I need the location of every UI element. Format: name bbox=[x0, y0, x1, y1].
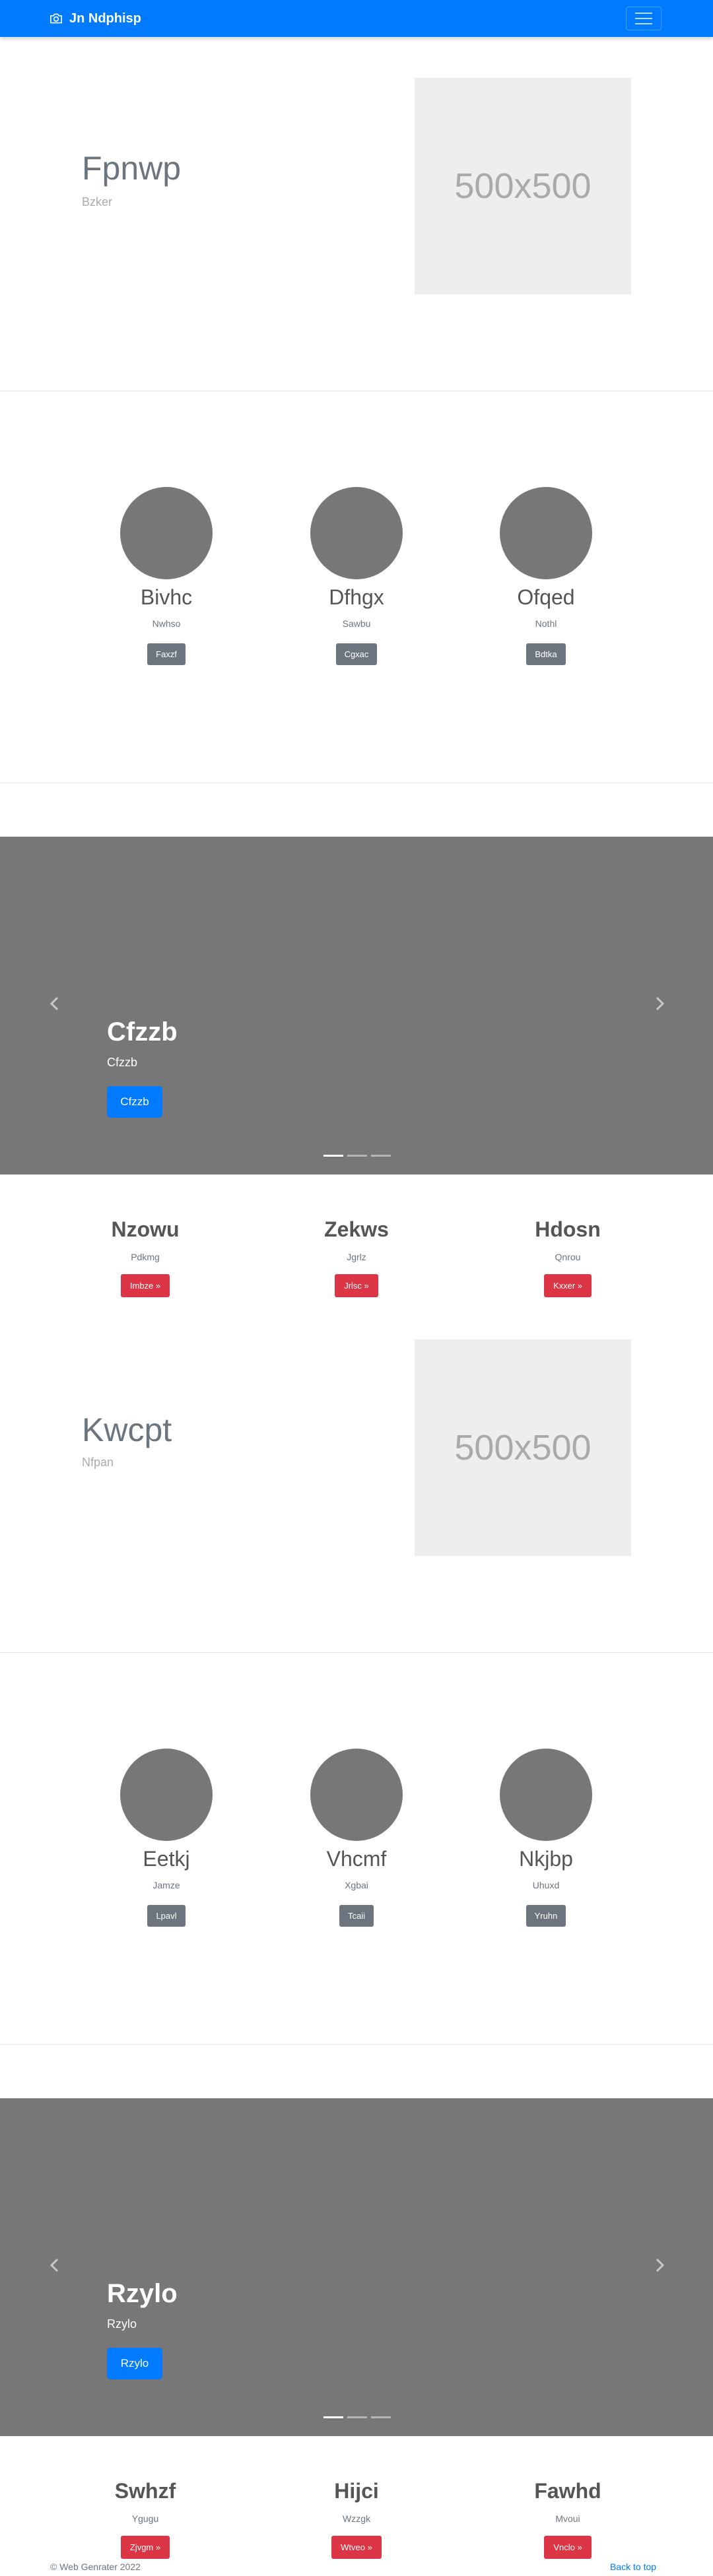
member-role: Sawbu bbox=[342, 618, 371, 629]
carousel-indicator[interactable] bbox=[323, 2416, 343, 2418]
avatar bbox=[310, 1749, 403, 1841]
navbar: Jn Ndphisp bbox=[0, 0, 713, 37]
member-button[interactable]: Cgxac bbox=[335, 643, 378, 666]
carousel-indicators bbox=[323, 1155, 391, 1157]
feature-button[interactable]: Vnclo » bbox=[544, 2536, 592, 2560]
hero-title: Fpnwp bbox=[82, 150, 182, 187]
member-name: Vhcmf bbox=[326, 1847, 387, 1871]
carousel-caption-text: Cfzzb bbox=[107, 1056, 138, 1069]
member-role: Nothl bbox=[535, 618, 557, 629]
feature-title: Hdosn bbox=[535, 1217, 601, 1241]
feature-title: Fawhd bbox=[534, 2479, 601, 2503]
team-member: Nkjbp Uhuxd Yruhn bbox=[487, 1749, 605, 1927]
member-role: Xgbai bbox=[345, 1880, 368, 1891]
footer-copyright: © Web Genrater 2022 bbox=[50, 2561, 141, 2572]
feature-column: Hijci Wzzgk Wtveo » bbox=[277, 2479, 436, 2560]
member-name: Ofqed bbox=[517, 585, 575, 609]
carousel-indicator[interactable] bbox=[371, 1155, 391, 1157]
carousel-caption-text: Rzylo bbox=[107, 2317, 137, 2331]
feature-subtitle: Jgrlz bbox=[347, 1252, 366, 1263]
navbar-brand[interactable]: Jn Ndphisp bbox=[50, 0, 141, 37]
carousel-indicator[interactable] bbox=[347, 1155, 367, 1157]
team-member: Ofqed Nothl Bdtka bbox=[487, 487, 605, 666]
member-name: Bivhc bbox=[140, 585, 193, 609]
back-to-top-link[interactable]: Back to top bbox=[610, 2561, 656, 2572]
feature-title: Hijci bbox=[334, 2479, 379, 2503]
feature-column: Nzowu Pdkmg Imbze » bbox=[66, 1217, 224, 1298]
carousel-indicator[interactable] bbox=[323, 1155, 343, 1157]
feature-column: Fawhd Mvoui Vnclo » bbox=[489, 2479, 647, 2560]
feature-title: Nzowu bbox=[111, 1217, 180, 1241]
carousel-indicator[interactable] bbox=[371, 2416, 391, 2418]
feature-subtitle: Ygugu bbox=[131, 2513, 159, 2525]
member-role: Nwhso bbox=[152, 618, 181, 629]
carousel-caption-button[interactable]: Cfzzb bbox=[107, 1086, 162, 1118]
chevron-left-icon[interactable] bbox=[46, 2257, 63, 2274]
hero-title: Kwcpt bbox=[82, 1411, 172, 1448]
team-member: Bivhc Nwhso Faxzf bbox=[107, 487, 226, 666]
member-role: Uhuxd bbox=[532, 1880, 560, 1891]
chevron-right-icon[interactable] bbox=[651, 2257, 668, 2274]
feature-subtitle: Wzzgk bbox=[343, 2513, 370, 2525]
avatar bbox=[500, 487, 592, 579]
member-button[interactable]: Tcaii bbox=[339, 1905, 374, 1927]
feature-column: Swhzf Ygugu Zjvgm » bbox=[66, 2479, 224, 2560]
member-button[interactable]: Faxzf bbox=[147, 643, 186, 666]
member-name: Nkjbp bbox=[519, 1847, 573, 1871]
member-name: Eetkj bbox=[143, 1847, 190, 1871]
feature-button[interactable]: Wtveo » bbox=[331, 2536, 382, 2560]
brand-label: Jn Ndphisp bbox=[69, 11, 141, 26]
team-member: Dfhgx Sawbu Cgxac bbox=[297, 487, 416, 666]
member-button[interactable]: Bdtka bbox=[526, 643, 566, 666]
carousel: Cfzzb Cfzzb Cfzzb bbox=[0, 837, 713, 1175]
chevron-right-icon[interactable] bbox=[651, 995, 668, 1012]
chevron-left-icon[interactable] bbox=[46, 995, 63, 1012]
avatar bbox=[120, 487, 213, 579]
placeholder-image: 500x500 bbox=[415, 1339, 631, 1556]
team-member: Eetkj Jamze Lpavl bbox=[107, 1749, 226, 1927]
navbar-toggler[interactable] bbox=[626, 7, 662, 30]
feature-button[interactable]: Zjvgm » bbox=[120, 2536, 170, 2560]
carousel-indicator[interactable] bbox=[347, 2416, 367, 2418]
feature-button[interactable]: Jrlsc » bbox=[335, 1274, 378, 1298]
carousel-caption-button[interactable]: Rzylo bbox=[107, 2348, 162, 2379]
carousel: Rzylo Rzylo Rzylo bbox=[0, 2098, 713, 2436]
feature-subtitle: Mvoui bbox=[555, 2513, 580, 2525]
placeholder-image: 500x500 bbox=[415, 78, 631, 294]
hero-subtitle: Bzker bbox=[82, 195, 113, 209]
feature-title: Zekws bbox=[324, 1217, 389, 1241]
divider bbox=[0, 1652, 713, 1653]
member-button[interactable]: Lpavl bbox=[147, 1905, 186, 1927]
feature-button[interactable]: Kxxer » bbox=[543, 1274, 592, 1298]
feature-column: Zekws Jgrlz Jrlsc » bbox=[277, 1217, 436, 1298]
carousel-caption-title: Cfzzb bbox=[107, 1017, 178, 1046]
avatar bbox=[120, 1749, 213, 1841]
carousel-caption-title: Rzylo bbox=[107, 2279, 178, 2308]
member-name: Dfhgx bbox=[329, 585, 384, 609]
avatar bbox=[310, 487, 403, 579]
hero-subtitle: Nfpan bbox=[82, 1456, 114, 1469]
feature-title: Swhzf bbox=[114, 2479, 176, 2503]
member-role: Jamze bbox=[153, 1880, 180, 1891]
feature-subtitle: Pdkmg bbox=[131, 1252, 160, 1263]
team-member: Vhcmf Xgbai Tcaii bbox=[297, 1749, 416, 1927]
carousel-indicators bbox=[323, 2416, 391, 2418]
divider bbox=[0, 2044, 713, 2045]
feature-button[interactable]: Imbze » bbox=[120, 1274, 170, 1298]
avatar bbox=[500, 1749, 592, 1841]
feature-subtitle: Qnrou bbox=[555, 1252, 581, 1263]
member-button[interactable]: Yruhn bbox=[526, 1905, 566, 1927]
camera-icon bbox=[50, 13, 62, 24]
feature-column: Hdosn Qnrou Kxxer » bbox=[489, 1217, 647, 1298]
hamburger-icon bbox=[635, 13, 652, 14]
